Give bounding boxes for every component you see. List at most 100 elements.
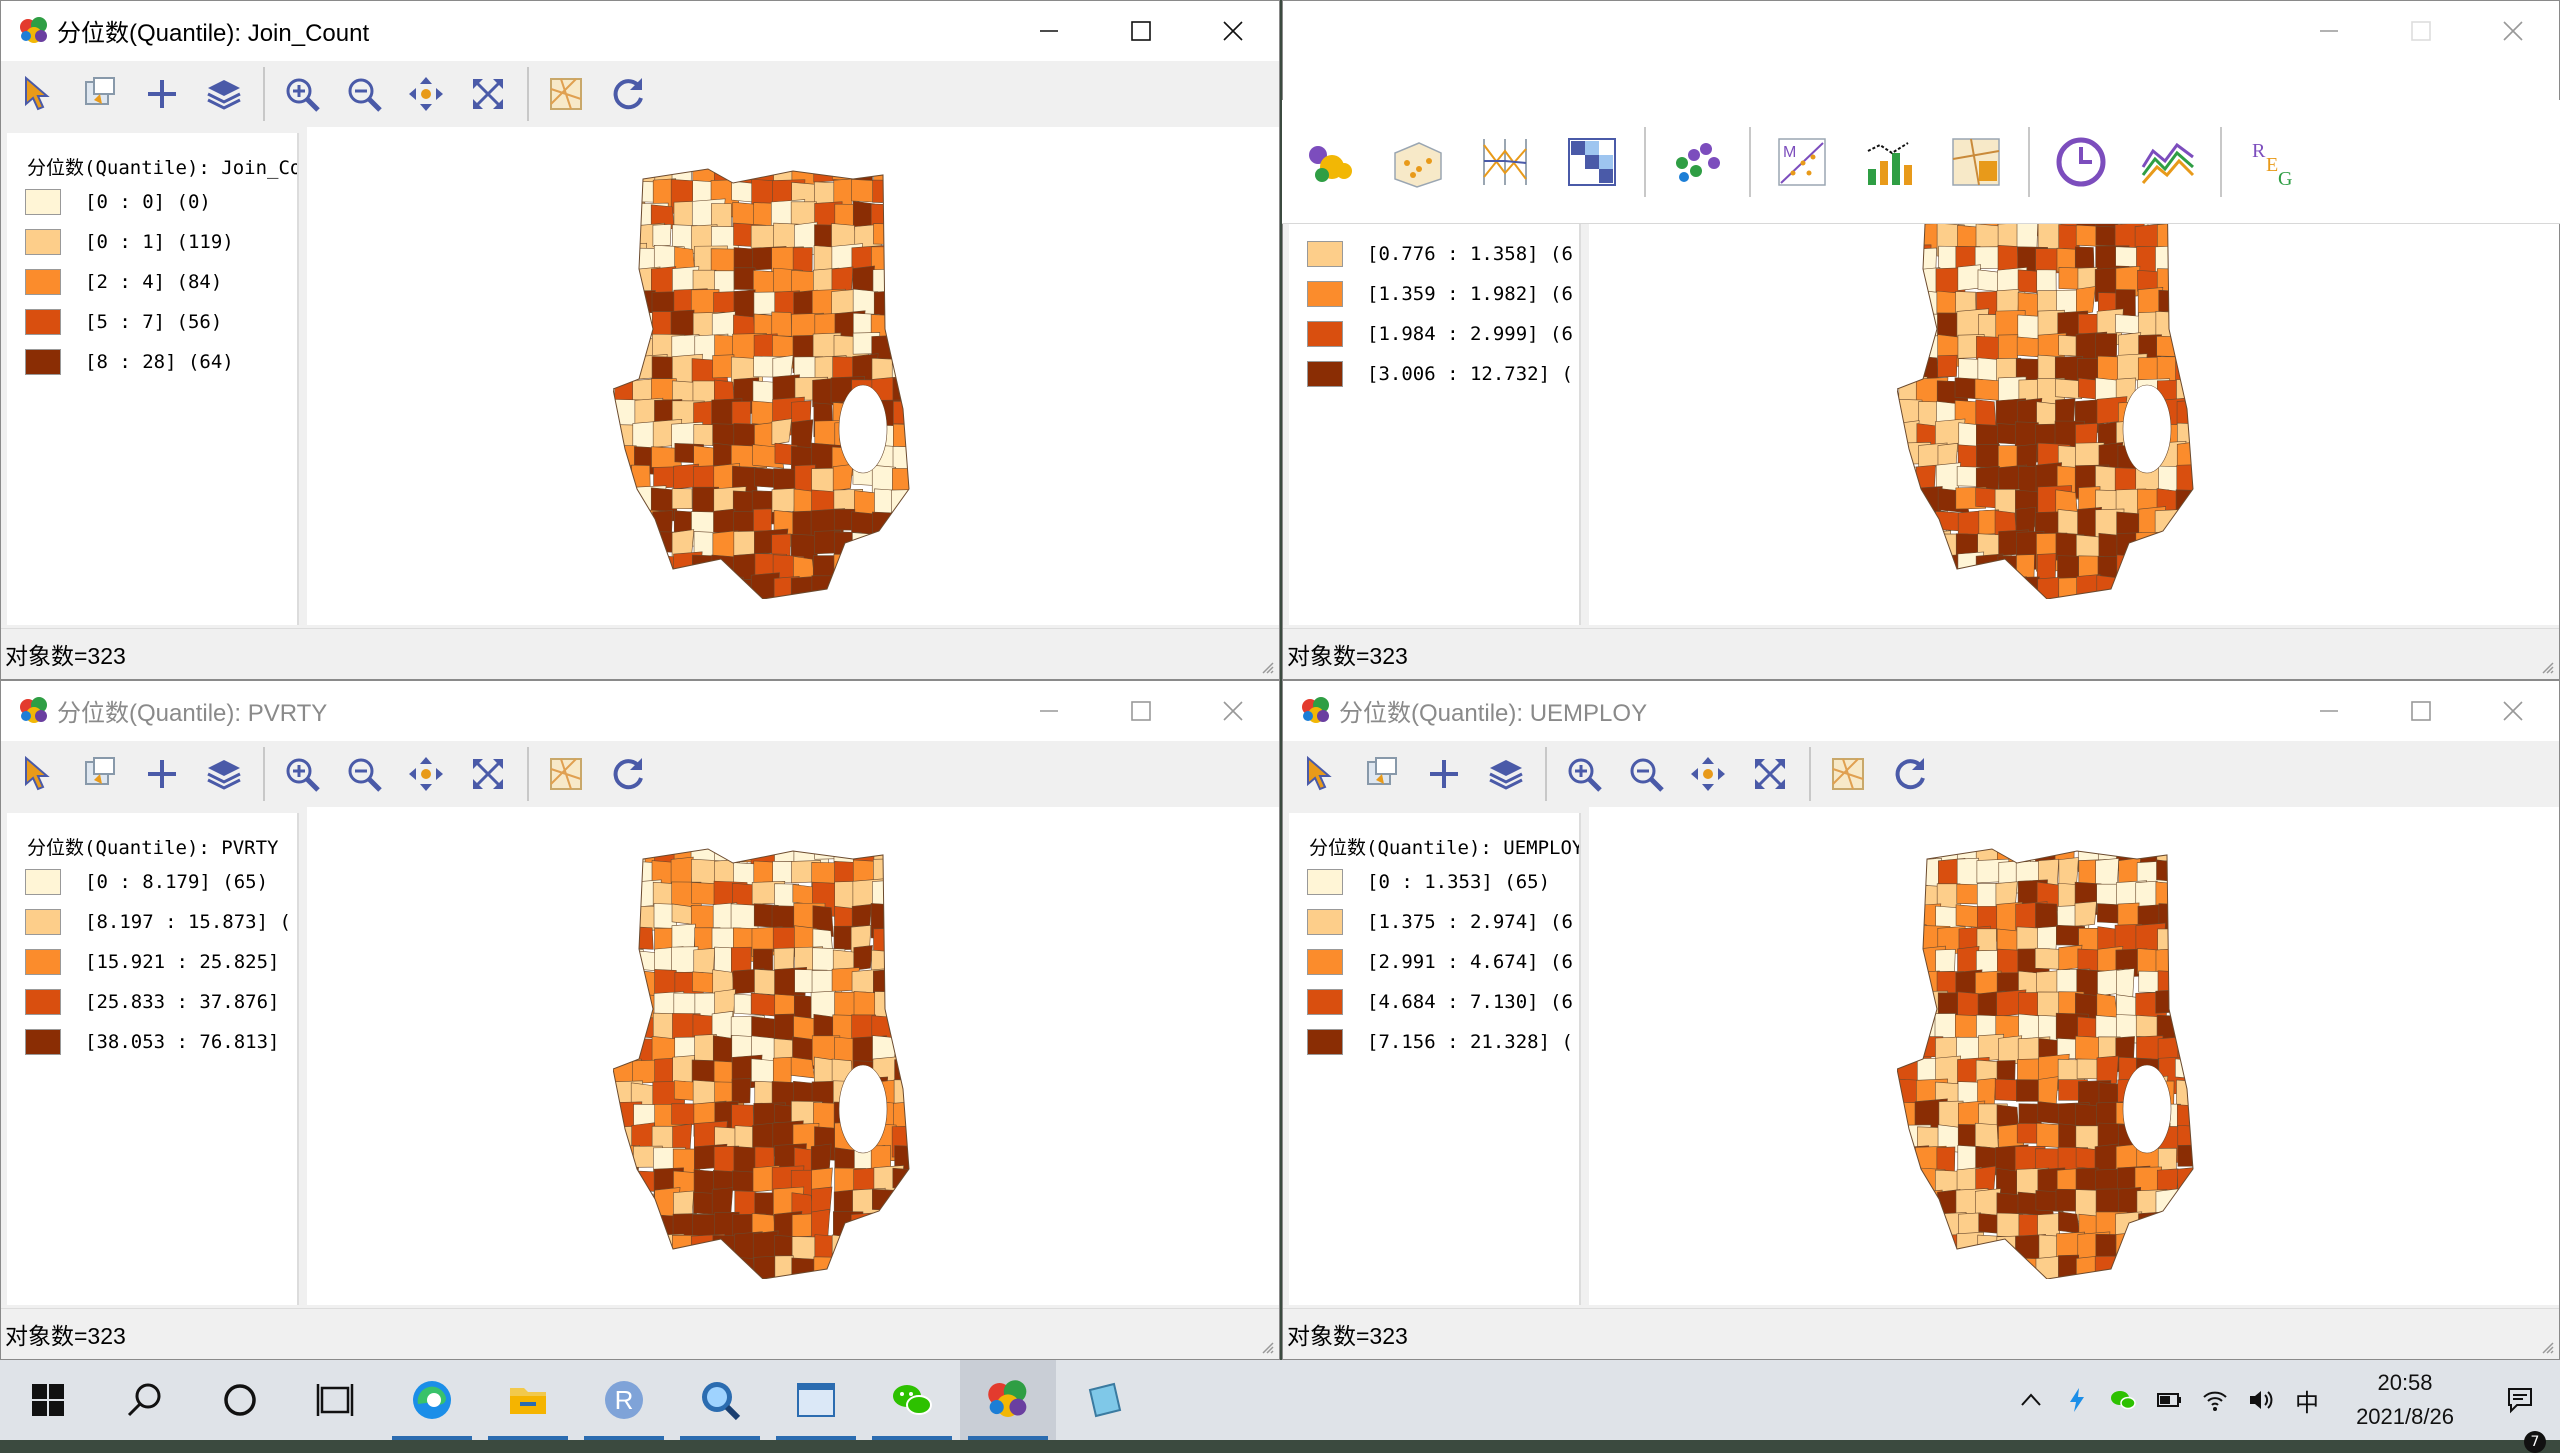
map-tract[interactable] xyxy=(891,949,915,974)
map-tract[interactable] xyxy=(613,1013,637,1035)
map-tract[interactable] xyxy=(1935,949,1956,973)
map-basemap-icon[interactable] xyxy=(1823,749,1873,799)
map-basemap-icon[interactable] xyxy=(541,749,591,799)
map-tract[interactable] xyxy=(772,1056,793,1086)
layers-icon[interactable] xyxy=(1481,749,1531,799)
map-tract[interactable] xyxy=(892,223,922,250)
refresh-icon[interactable] xyxy=(1885,749,1935,799)
map-tract[interactable] xyxy=(613,224,643,256)
map-tract[interactable] xyxy=(632,576,670,599)
map-tract[interactable] xyxy=(613,900,640,935)
select-icon[interactable] xyxy=(13,69,63,119)
map-tract[interactable] xyxy=(893,268,922,297)
wechat-tray-icon[interactable] xyxy=(2100,1360,2146,1440)
map-tract[interactable] xyxy=(2174,223,2197,256)
maximize-button[interactable] xyxy=(1095,1,1187,60)
legend-item[interactable]: [8 : 28] (64) xyxy=(25,347,234,377)
map-tract[interactable] xyxy=(632,860,656,883)
full-extent-icon[interactable] xyxy=(463,749,513,799)
map-canvas[interactable] xyxy=(307,807,1279,1305)
map-tract[interactable] xyxy=(613,968,640,998)
start-icon[interactable] xyxy=(0,1360,96,1440)
map-tract[interactable] xyxy=(2176,268,2197,301)
zoom-in-icon[interactable] xyxy=(277,749,327,799)
map-tract[interactable] xyxy=(2016,222,2039,249)
minimize-button[interactable] xyxy=(2283,1,2375,60)
map-tract[interactable] xyxy=(613,926,638,957)
map-tract[interactable] xyxy=(853,1231,884,1273)
map-tract[interactable] xyxy=(1958,1254,1990,1279)
map-tract[interactable] xyxy=(2074,901,2097,927)
legend-item[interactable]: [0 : 1] (119) xyxy=(25,227,234,257)
legend-item[interactable]: [7.156 : 21.328] ( xyxy=(1307,1027,1573,1057)
map-tract[interactable] xyxy=(812,555,848,579)
zoom-out-icon[interactable] xyxy=(339,749,389,799)
map-tract[interactable] xyxy=(893,508,912,536)
map-tract[interactable] xyxy=(893,991,912,1034)
map-tract[interactable] xyxy=(1918,553,1955,587)
choropleth-map[interactable] xyxy=(1897,839,2237,1279)
legend-item[interactable]: [0 : 8.179] (65) xyxy=(25,867,268,897)
map-tract[interactable] xyxy=(2138,1211,2171,1252)
map-tract[interactable] xyxy=(2135,531,2158,571)
legend-panel[interactable]: 分位数(Quantile): Join_Count [0 : 0] (0) [0… xyxy=(7,133,299,625)
map-canvas[interactable] xyxy=(307,127,1279,625)
map-tract[interactable] xyxy=(613,1189,633,1212)
ime-indicator[interactable]: 中 xyxy=(2284,1360,2330,1440)
full-extent-icon[interactable] xyxy=(1745,749,1795,799)
map-tract[interactable] xyxy=(632,1212,657,1253)
map-tract[interactable] xyxy=(670,1255,698,1279)
map-tract[interactable] xyxy=(1897,948,1925,969)
map-tract[interactable] xyxy=(654,574,687,599)
resize-grip-icon[interactable] xyxy=(2541,661,2555,675)
map-tract[interactable] xyxy=(892,904,914,945)
map-tract[interactable] xyxy=(2096,574,2122,599)
map-tract[interactable] xyxy=(1897,1213,1927,1242)
map-tract[interactable] xyxy=(2176,1210,2209,1246)
lines-icon[interactable] xyxy=(2133,127,2203,197)
map-tract[interactable] xyxy=(712,354,735,379)
map-tract[interactable] xyxy=(2155,1188,2179,1219)
map-tract[interactable] xyxy=(671,903,694,925)
map-tract[interactable] xyxy=(891,248,921,276)
legend-item[interactable]: [2.991 : 4.674] (6 xyxy=(1307,947,1573,977)
map-tract[interactable] xyxy=(633,533,662,568)
maximize-button[interactable] xyxy=(2375,1,2467,60)
map-tract[interactable] xyxy=(1916,1257,1939,1279)
map-tract[interactable] xyxy=(1957,264,1982,291)
map-tract[interactable] xyxy=(894,1014,928,1049)
map-tract[interactable] xyxy=(1915,1211,1935,1236)
map-tract[interactable] xyxy=(674,572,694,599)
legend-item[interactable]: [15.921 : 25.825] xyxy=(25,947,279,977)
map-tract[interactable] xyxy=(1977,577,2000,599)
map-tract[interactable] xyxy=(873,1255,902,1279)
map-tract[interactable] xyxy=(771,418,792,445)
map-tract[interactable] xyxy=(1897,839,1926,861)
map-window-pvrty[interactable]: 分位数(Quantile): PVRTY 分位数(Quantile): PVRT… xyxy=(0,680,1280,1360)
lightning-icon[interactable] xyxy=(2054,1360,2100,1440)
map-tract[interactable] xyxy=(613,354,643,379)
map-tract[interactable] xyxy=(873,534,909,557)
task-view-icon[interactable] xyxy=(288,1360,384,1440)
map-canvas[interactable] xyxy=(1589,807,2559,1305)
map-tract[interactable] xyxy=(894,552,926,590)
map-tract[interactable] xyxy=(813,1013,836,1040)
legend-panel[interactable]: 分位数(Quantile): UEMPLOY [0 : 1.353] (65) … xyxy=(1289,813,1581,1305)
map-tract[interactable] xyxy=(1897,1014,1921,1049)
map-tract[interactable] xyxy=(1897,266,1921,305)
add-icon[interactable] xyxy=(1419,749,1469,799)
map-tract[interactable] xyxy=(2177,1254,2202,1279)
map-tract[interactable] xyxy=(632,1255,658,1279)
map-tract[interactable] xyxy=(2178,292,2204,323)
map-tract[interactable] xyxy=(613,533,641,556)
map-tract[interactable] xyxy=(894,1035,920,1065)
clock[interactable]: 20:58 2021/8/26 xyxy=(2330,1366,2480,1434)
map-tract[interactable] xyxy=(614,487,642,523)
map-tract[interactable] xyxy=(2136,1258,2170,1279)
geoda-icon[interactable] xyxy=(960,1360,1056,1440)
map-tract[interactable] xyxy=(2157,1257,2193,1279)
map-tract[interactable] xyxy=(2176,1104,2210,1129)
map-tract[interactable] xyxy=(2177,533,2200,556)
map-tract[interactable] xyxy=(1937,1255,1966,1279)
map-tract[interactable] xyxy=(850,1212,884,1248)
